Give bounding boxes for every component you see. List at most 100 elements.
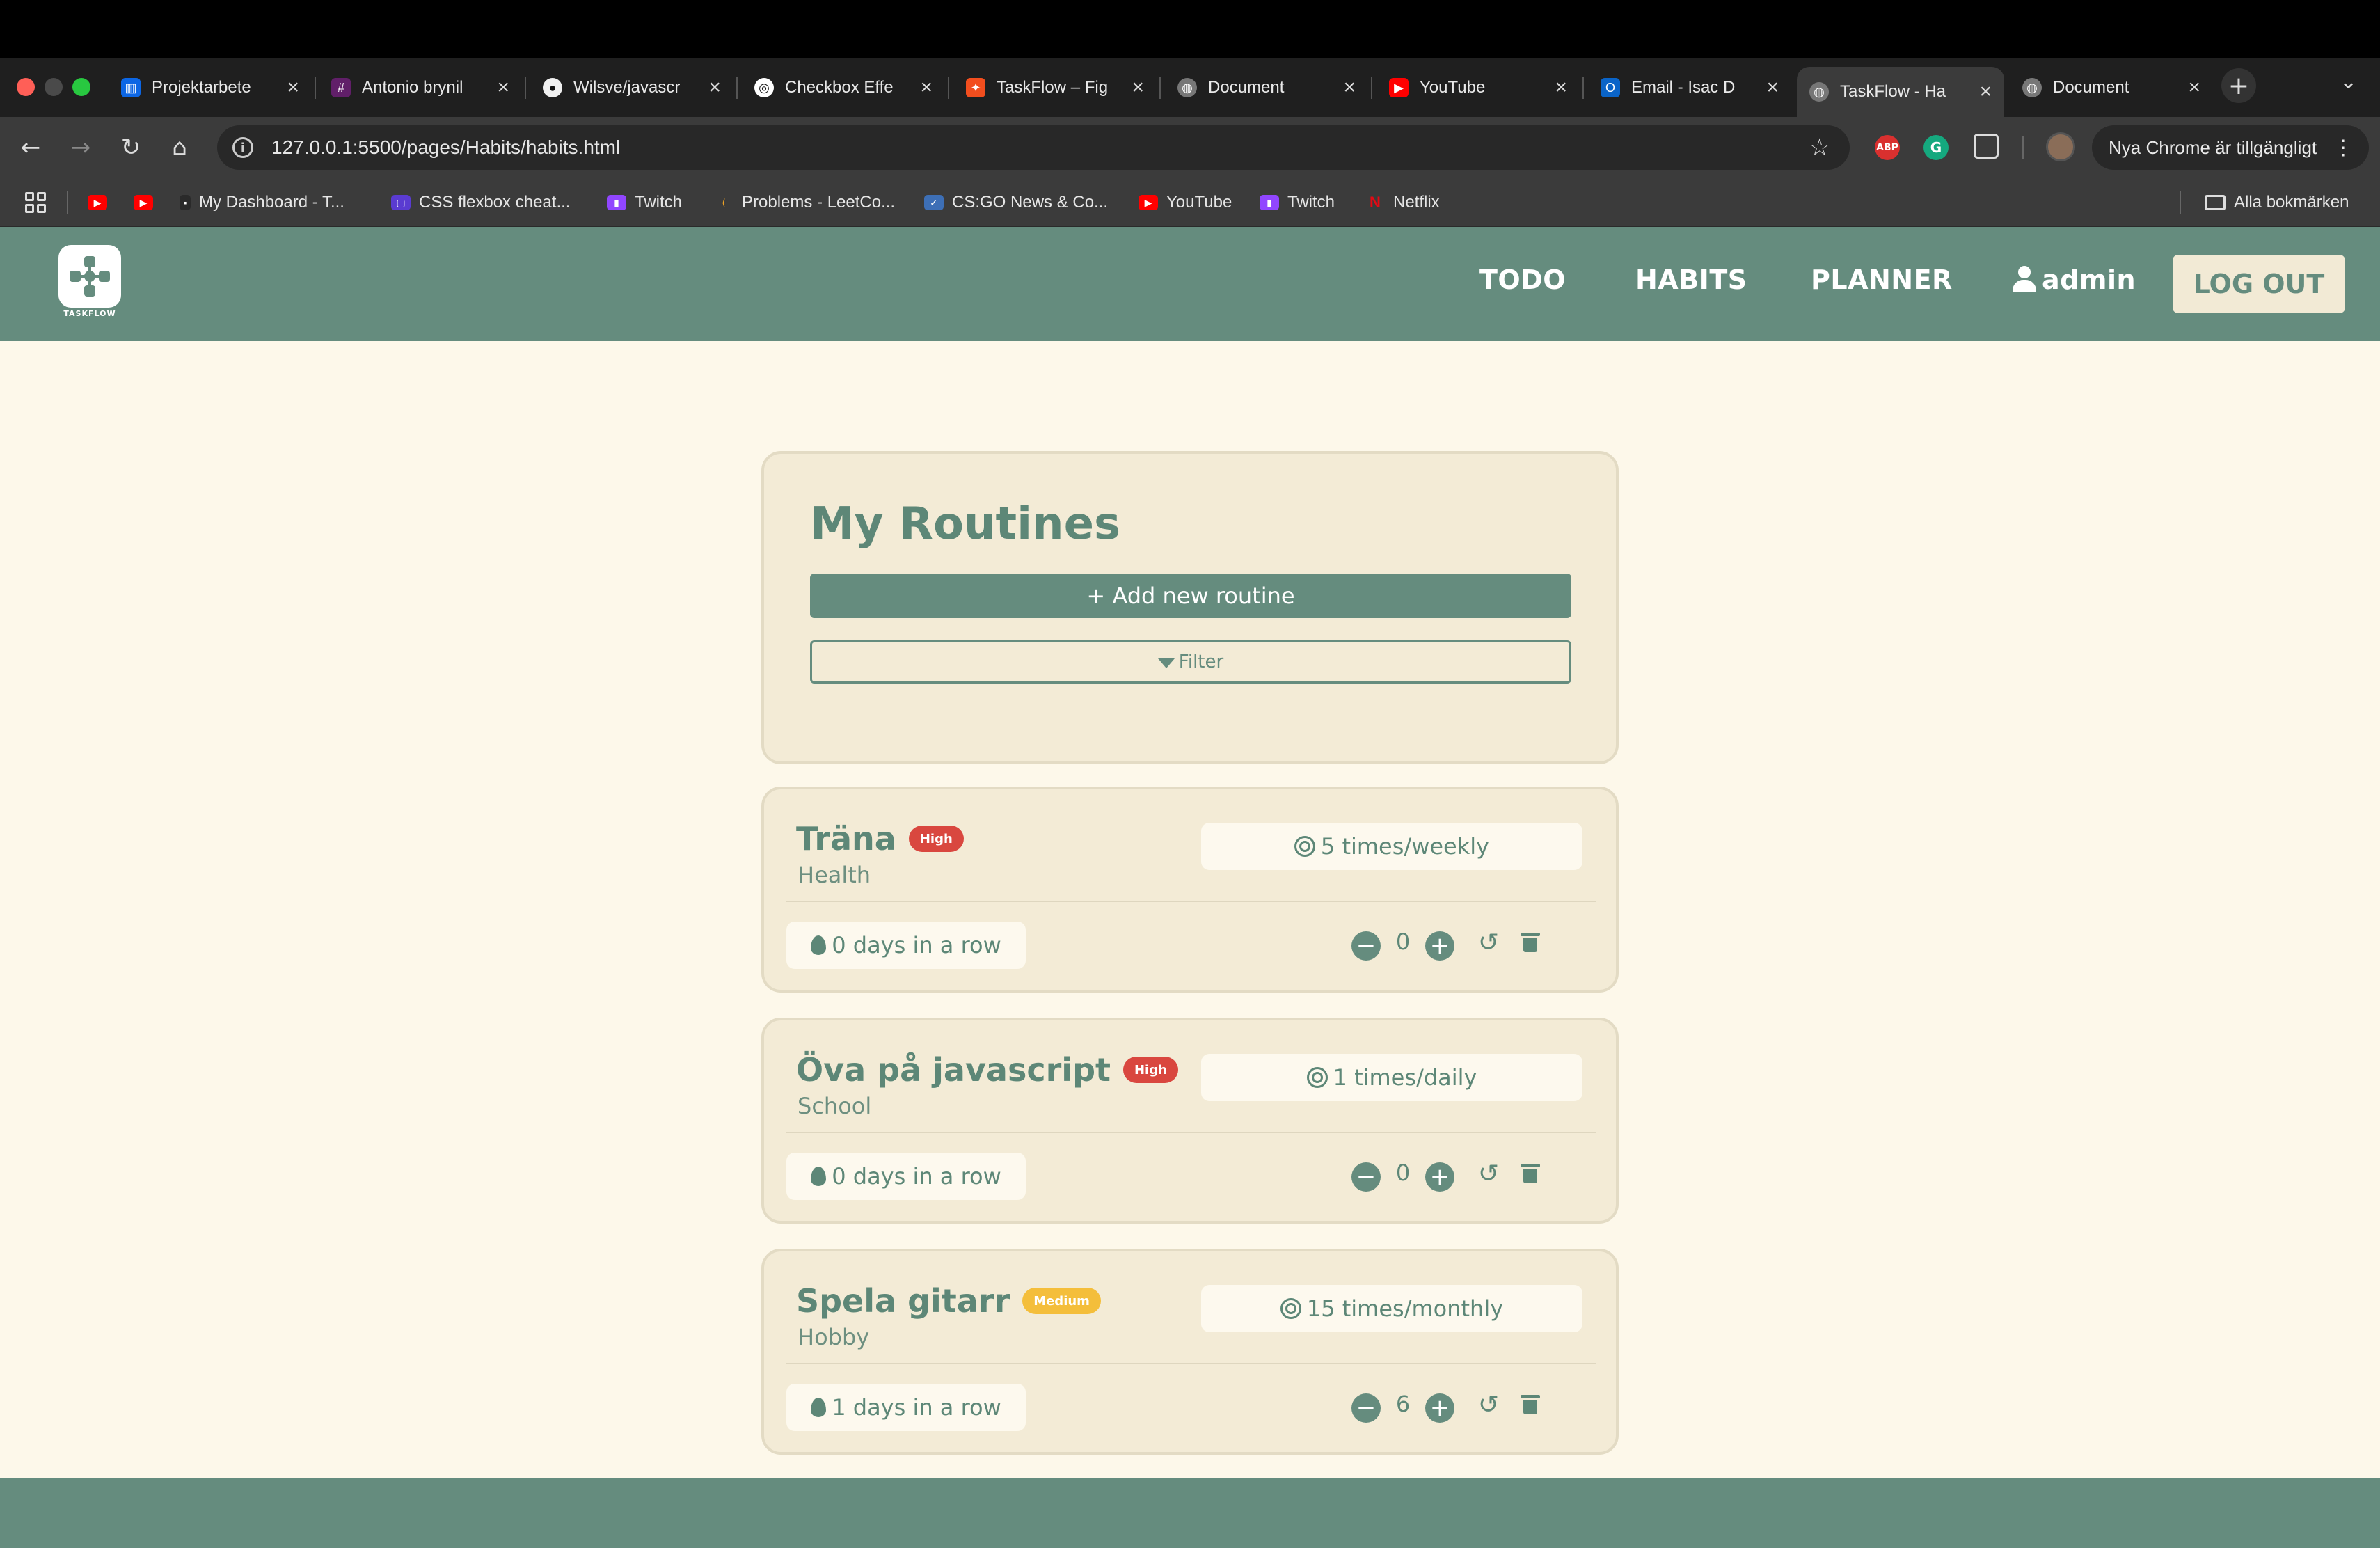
habit-name: Träna (796, 820, 896, 858)
habit-goal: 15 times/monthly (1201, 1285, 1582, 1332)
bookmark-item[interactable]: N Netflix (1365, 188, 1440, 217)
minimize-window-button[interactable] (45, 78, 63, 96)
reload-icon[interactable]: ↻ (113, 129, 149, 166)
browser-tab-active[interactable]: ◍ TaskFlow - Ha × (1797, 67, 2004, 117)
trash-icon[interactable] (1521, 1395, 1540, 1414)
habit-category: School (798, 1093, 872, 1119)
close-tab-icon[interactable]: × (1343, 76, 1356, 100)
close-tab-icon[interactable]: × (1132, 76, 1144, 100)
bookmark-item[interactable]: ▶ (88, 188, 116, 217)
bookmark-item[interactable]: ▪ My Dashboard - T... (180, 188, 344, 217)
bookmark-item[interactable]: ✓ CS:GO News & Co... (924, 188, 1108, 217)
browser-tab[interactable]: ◍ Document × (2010, 67, 2213, 109)
taskflow-logo[interactable] (58, 245, 121, 308)
bookmarks-separator (2180, 191, 2181, 214)
browser-tab[interactable]: # Antonio brynil × (319, 67, 522, 109)
habit-category: Hobby (798, 1324, 870, 1350)
forward-icon[interactable]: → (63, 129, 99, 166)
filter-label: Filter (1178, 651, 1224, 672)
divider (786, 1363, 1596, 1364)
back-icon[interactable]: ← (13, 129, 49, 166)
target-icon (1280, 1298, 1301, 1319)
page-title: My Routines (810, 498, 1121, 550)
grammarly-icon[interactable]: G (1923, 135, 1949, 160)
flame-icon (811, 1167, 827, 1186)
decrement-button[interactable]: − (1351, 1393, 1381, 1423)
bookmark-item[interactable]: ▶ (134, 188, 161, 217)
nav-todo[interactable]: TODO (1479, 264, 1566, 295)
close-window-button[interactable] (17, 78, 35, 96)
filter-button[interactable]: Filter (810, 640, 1571, 684)
close-tab-icon[interactable]: × (287, 76, 299, 100)
decrement-button[interactable]: − (1351, 931, 1381, 961)
close-tab-icon[interactable]: × (1766, 76, 1779, 100)
decrement-button[interactable]: − (1351, 1162, 1381, 1192)
increment-button[interactable]: + (1425, 1393, 1454, 1423)
bookmark-item[interactable]: ▮ Twitch (1260, 188, 1335, 217)
outlook-icon: O (1601, 78, 1620, 97)
browser-tab[interactable]: ● Wilsve/javascr × (530, 67, 733, 109)
globe-icon: ◍ (1809, 82, 1829, 102)
github-icon: ● (543, 78, 562, 97)
tab-search-icon[interactable]: ⌄ (2340, 70, 2357, 94)
url-text[interactable]: 127.0.0.1:5500/pages/Habits/habits.html (271, 136, 620, 159)
reset-icon[interactable]: ↺ (1478, 1160, 1499, 1188)
logout-button[interactable]: LOG OUT (2173, 255, 2345, 313)
dashboard-icon: ▪ (180, 195, 191, 210)
site-info-icon[interactable]: i (232, 137, 253, 158)
reset-icon[interactable]: ↺ (1478, 929, 1499, 957)
new-tab-button[interactable]: + (2221, 68, 2256, 103)
priority-badge: Medium (1022, 1288, 1101, 1314)
habit-name: Öva på javascript (796, 1051, 1111, 1089)
priority-badge: High (908, 826, 964, 852)
habit-name-row: Öva på javascript High (796, 1051, 1178, 1089)
habit-streak: 1 days in a row (786, 1384, 1026, 1431)
bookmark-item[interactable]: ▮ Twitch (607, 188, 682, 217)
nav-planner[interactable]: PLANNER (1811, 264, 1953, 295)
nav-user[interactable]: admin (2013, 264, 2136, 295)
taskflow-logo-icon (70, 256, 110, 297)
menu-dots-icon[interactable]: ⋮ (2333, 136, 2354, 160)
profile-avatar[interactable] (2046, 132, 2075, 161)
browser-tab[interactable]: ✦ TaskFlow – Fig × (953, 67, 1157, 109)
extensions-puzzle-icon[interactable] (1974, 134, 1999, 159)
user-name: admin (2042, 264, 2136, 295)
browser-tab[interactable]: O Email - Isac D × (1588, 67, 1791, 109)
close-tab-icon[interactable]: × (1555, 76, 1567, 100)
close-tab-icon[interactable]: × (2188, 76, 2200, 100)
twitch-icon: ▮ (607, 195, 626, 210)
goal-text: 1 times/daily (1333, 1064, 1477, 1091)
maximize-window-button[interactable] (72, 78, 90, 96)
increment-button[interactable]: + (1425, 1162, 1454, 1192)
adblock-icon[interactable]: ABP (1875, 135, 1900, 160)
browser-tab[interactable]: ▥ Projektarbete × (109, 67, 312, 109)
close-tab-icon[interactable]: × (708, 76, 721, 100)
bookmark-star-icon[interactable]: ☆ (1809, 134, 1830, 161)
divider (786, 901, 1596, 902)
address-bar[interactable]: i 127.0.0.1:5500/pages/Habits/habits.htm… (217, 125, 1850, 170)
tab-separator (525, 77, 526, 99)
habit-name-row: Spela gitarr Medium (796, 1282, 1101, 1320)
tab-separator (315, 77, 316, 99)
close-tab-icon[interactable]: × (497, 76, 509, 100)
close-tab-icon[interactable]: × (1979, 80, 1992, 104)
bookmark-item[interactable]: ▢ CSS flexbox cheat... (391, 188, 570, 217)
trash-icon[interactable] (1521, 1164, 1540, 1183)
increment-button[interactable]: + (1425, 931, 1454, 961)
bookmark-item[interactable]: ⟨ Problems - LeetCo... (714, 188, 895, 217)
apps-grid-icon[interactable] (25, 192, 46, 213)
figma-icon: ✦ (966, 78, 985, 97)
streak-text: 0 days in a row (832, 932, 1001, 958)
nav-habits[interactable]: HABITS (1635, 264, 1747, 295)
close-tab-icon[interactable]: × (920, 76, 933, 100)
reset-icon[interactable]: ↺ (1478, 1391, 1499, 1419)
add-routine-button[interactable]: + Add new routine (810, 574, 1571, 618)
trash-icon[interactable] (1521, 933, 1540, 952)
all-bookmarks-button[interactable]: Alla bokmärken (2205, 188, 2349, 217)
chrome-update-button[interactable]: Nya Chrome är tillgängligt ⋮ (2092, 125, 2369, 170)
home-icon[interactable]: ⌂ (161, 129, 198, 166)
browser-tab[interactable]: ◍ Document × (1165, 67, 1368, 109)
browser-tab[interactable]: ▶ YouTube × (1377, 67, 1580, 109)
browser-tab[interactable]: ◎ Checkbox Effe × (742, 67, 945, 109)
bookmark-item[interactable]: ▶ YouTube (1139, 188, 1232, 217)
